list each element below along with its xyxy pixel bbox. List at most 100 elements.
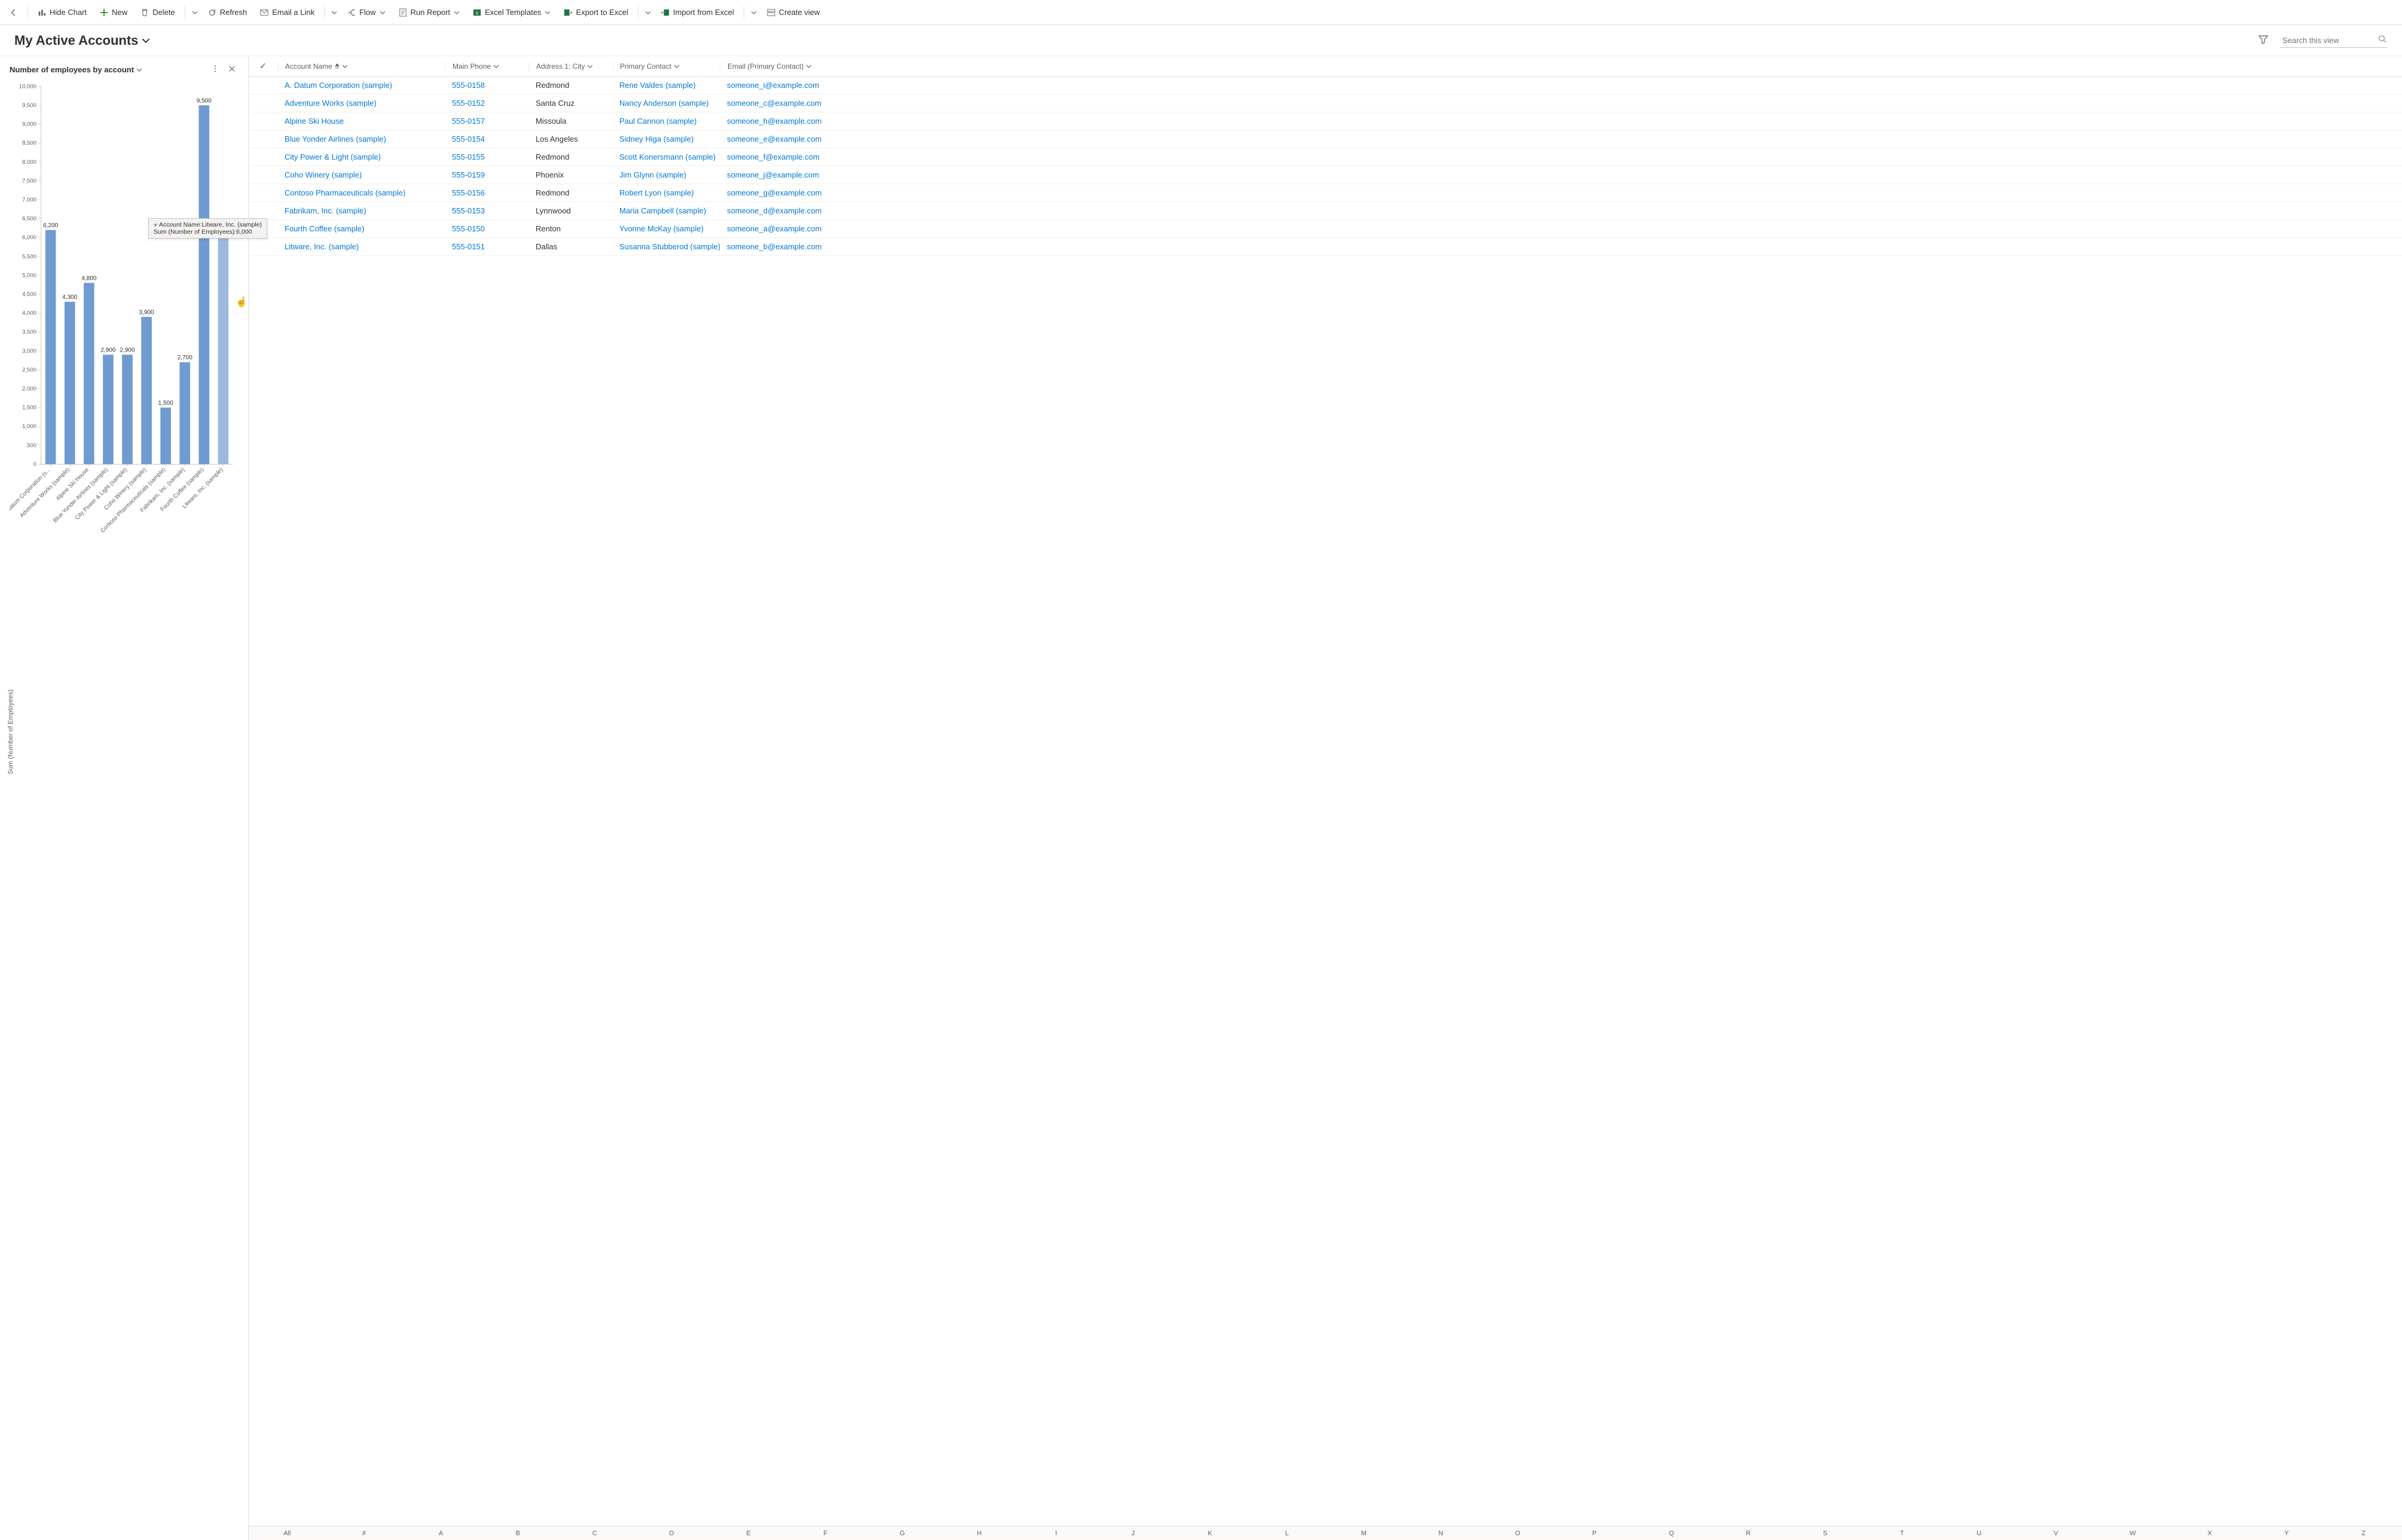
account-name-link[interactable]: Blue Yonder Airlines (sample) xyxy=(285,135,386,143)
email-link[interactable]: someone_g@example.com xyxy=(727,188,821,197)
import-excel-dropdown[interactable] xyxy=(748,4,760,22)
delete-dropdown[interactable] xyxy=(189,4,201,22)
email-link[interactable]: someone_j@example.com xyxy=(727,170,819,179)
bar[interactable] xyxy=(103,355,114,464)
contact-link[interactable]: Scott Konersmann (sample) xyxy=(619,152,716,161)
alpha-z[interactable]: Z xyxy=(2325,1526,2402,1540)
search-icon[interactable] xyxy=(2378,35,2386,45)
alpha-q[interactable]: Q xyxy=(1633,1526,1710,1540)
email-link[interactable]: someone_i@example.com xyxy=(727,81,819,90)
account-name-link[interactable]: A. Datum Corporation (sample) xyxy=(285,81,392,90)
email-link[interactable]: someone_e@example.com xyxy=(727,135,821,143)
phone-link[interactable]: 555-0151 xyxy=(452,242,485,251)
alpha-all[interactable]: All xyxy=(249,1526,326,1540)
contact-link[interactable]: Maria Campbell (sample) xyxy=(619,206,706,215)
phone-link[interactable]: 555-0155 xyxy=(452,152,485,161)
contact-link[interactable]: Yvonne McKay (sample) xyxy=(619,224,704,233)
email-link[interactable]: someone_f@example.com xyxy=(727,152,820,161)
export-excel-dropdown[interactable] xyxy=(642,4,654,22)
email-link[interactable]: someone_b@example.com xyxy=(727,242,821,251)
account-name-link[interactable]: Fabrikam, Inc. (sample) xyxy=(285,206,366,215)
alpha-r[interactable]: R xyxy=(1710,1526,1787,1540)
contact-link[interactable]: Jim Glynn (sample) xyxy=(619,170,686,179)
alpha-e[interactable]: E xyxy=(710,1526,787,1540)
table-row[interactable]: A. Datum Corporation (sample)555-0158Red… xyxy=(249,77,2402,94)
alpha-l[interactable]: L xyxy=(1248,1526,1325,1540)
email-link-button[interactable]: Email a Link xyxy=(254,4,320,22)
table-row[interactable]: Fourth Coffee (sample)555-0150RentonYvon… xyxy=(249,220,2402,238)
contact-link[interactable]: Robert Lyon (sample) xyxy=(619,188,694,197)
column-header-contact[interactable]: Primary Contact xyxy=(612,62,720,71)
alpha-u[interactable]: U xyxy=(1940,1526,2018,1540)
account-name-link[interactable]: Litware, Inc. (sample) xyxy=(285,242,359,251)
alpha-f[interactable]: F xyxy=(787,1526,864,1540)
bar-chart[interactable]: 05001,0001,5002,0002,5003,0003,5004,0004… xyxy=(10,81,239,1535)
account-name-link[interactable]: Fourth Coffee (sample) xyxy=(285,224,364,233)
email-link[interactable]: someone_c@example.com xyxy=(727,99,821,108)
bar[interactable] xyxy=(122,355,133,464)
filter-button[interactable] xyxy=(2256,32,2270,48)
email-link-dropdown[interactable] xyxy=(328,4,340,22)
excel-templates-button[interactable]: X Excel Templates xyxy=(467,4,557,22)
run-report-button[interactable]: Run Report xyxy=(393,4,466,22)
column-header-name[interactable]: Account Name xyxy=(277,62,445,71)
email-link[interactable]: someone_h@example.com xyxy=(727,117,821,126)
alpha-d[interactable]: D xyxy=(633,1526,710,1540)
alpha-o[interactable]: O xyxy=(1479,1526,1556,1540)
account-name-link[interactable]: Coho Winery (sample) xyxy=(285,170,362,179)
alpha-j[interactable]: J xyxy=(1095,1526,1172,1540)
alpha-n[interactable]: N xyxy=(1402,1526,1480,1540)
account-name-link[interactable]: Adventure Works (sample) xyxy=(285,99,377,108)
alpha-b[interactable]: B xyxy=(479,1526,557,1540)
account-name-link[interactable]: Alpine Ski House xyxy=(285,117,344,126)
bar[interactable] xyxy=(45,230,56,465)
phone-link[interactable]: 555-0157 xyxy=(452,117,485,126)
hide-chart-button[interactable]: Hide Chart xyxy=(32,4,93,22)
phone-link[interactable]: 555-0159 xyxy=(452,170,485,179)
table-row[interactable]: Coho Winery (sample)555-0159PhoenixJim G… xyxy=(249,166,2402,184)
alpha-#[interactable]: # xyxy=(326,1526,403,1540)
new-button[interactable]: New xyxy=(94,4,133,22)
alpha-k[interactable]: K xyxy=(1172,1526,1249,1540)
column-header-city[interactable]: Address 1: City xyxy=(528,62,612,71)
email-link[interactable]: someone_d@example.com xyxy=(727,206,821,215)
alpha-w[interactable]: W xyxy=(2094,1526,2171,1540)
chart-more-button[interactable] xyxy=(209,62,222,77)
refresh-button[interactable]: Refresh xyxy=(202,4,253,22)
alpha-x[interactable]: X xyxy=(2171,1526,2248,1540)
alpha-c[interactable]: C xyxy=(557,1526,634,1540)
bar[interactable] xyxy=(141,317,152,464)
contact-link[interactable]: Nancy Anderson (sample) xyxy=(619,99,709,108)
chart-close-button[interactable] xyxy=(225,62,239,77)
delete-button[interactable]: Delete xyxy=(135,4,181,22)
account-name-link[interactable]: Contoso Pharmaceuticals (sample) xyxy=(285,188,405,197)
table-row[interactable]: Fabrikam, Inc. (sample)555-0153LynnwoodM… xyxy=(249,202,2402,220)
select-all-checkbox[interactable]: ✓ xyxy=(249,61,277,71)
account-name-link[interactable]: City Power & Light (sample) xyxy=(285,152,381,161)
table-row[interactable]: Contoso Pharmaceuticals (sample) 555-0156… xyxy=(249,184,2402,202)
phone-link[interactable]: 555-0154 xyxy=(452,135,485,143)
phone-link[interactable]: 555-0153 xyxy=(452,206,485,215)
back-button[interactable] xyxy=(4,4,24,22)
contact-link[interactable]: Susanna Stubberod (sample) xyxy=(619,242,720,251)
chart-selector[interactable]: Number of employees by account xyxy=(10,65,142,74)
bar[interactable] xyxy=(198,105,209,464)
alpha-m[interactable]: M xyxy=(1325,1526,1402,1540)
bar[interactable] xyxy=(160,408,171,465)
alpha-s[interactable]: S xyxy=(1787,1526,1864,1540)
phone-link[interactable]: 555-0152 xyxy=(452,99,485,108)
phone-link[interactable]: 555-0156 xyxy=(452,188,485,197)
email-link[interactable]: someone_a@example.com xyxy=(727,224,821,233)
table-row[interactable]: Blue Yonder Airlines (sample)555-0154Los… xyxy=(249,130,2402,148)
alpha-h[interactable]: H xyxy=(941,1526,1018,1540)
bar[interactable] xyxy=(179,362,190,465)
alpha-i[interactable]: I xyxy=(1017,1526,1095,1540)
table-row[interactable]: Litware, Inc. (sample)555-0151DallasSusa… xyxy=(249,238,2402,256)
alpha-g[interactable]: G xyxy=(864,1526,941,1540)
table-row[interactable]: City Power & Light (sample)555-0155Redmo… xyxy=(249,148,2402,166)
table-row[interactable]: Alpine Ski House555-0157MissoulaPaul Can… xyxy=(249,112,2402,130)
column-header-email[interactable]: Email (Primary Contact) xyxy=(720,62,2402,71)
bar[interactable] xyxy=(84,283,94,464)
contact-link[interactable]: Paul Cannon (sample) xyxy=(619,117,696,126)
bar[interactable] xyxy=(218,237,229,464)
